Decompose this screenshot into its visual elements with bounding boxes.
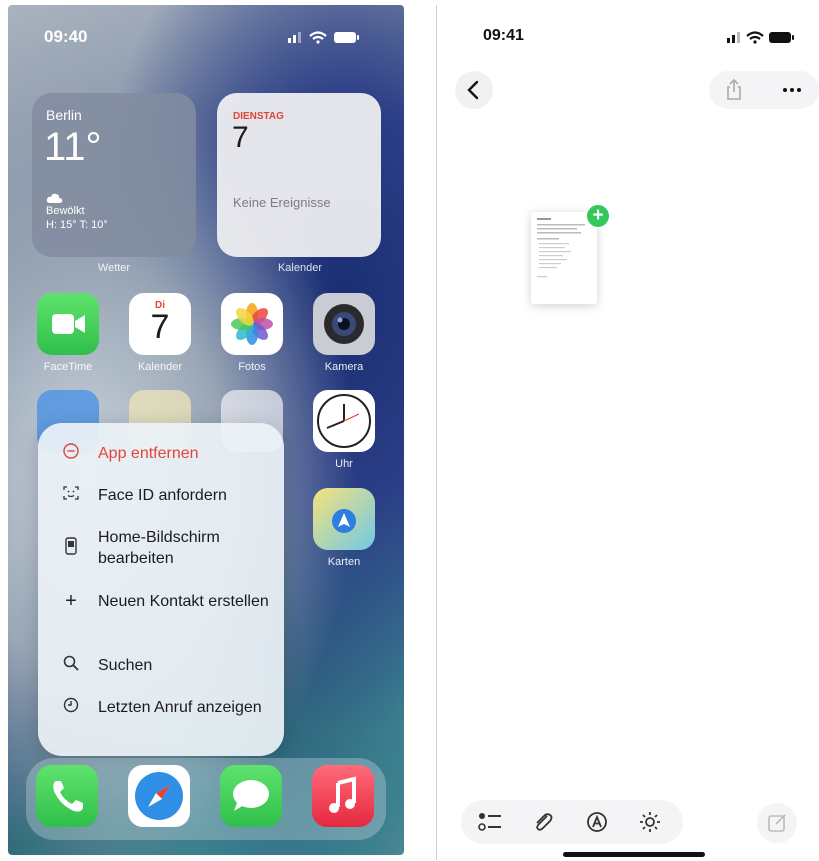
menu-item-face-id[interactable]: Face ID anfordern — [38, 485, 284, 506]
menu-item-new-contact[interactable]: + Neuen Kontakt erstellen — [38, 590, 284, 613]
messages-icon[interactable] — [220, 765, 282, 827]
document-preview-icon — [537, 218, 585, 278]
home-indicator[interactable] — [563, 852, 705, 857]
home-screen-left: 09:40 Berlin 11° Bewölkt H: 15° T: 10° W… — [8, 5, 404, 855]
calendar-day: 7 — [232, 121, 249, 154]
calendar-icon[interactable]: Di 7 — [129, 293, 191, 355]
camera-label: Kamera — [324, 361, 364, 373]
weather-city: Berlin — [46, 107, 82, 123]
minus-circle-icon — [60, 443, 82, 464]
weather-widget[interactable]: Berlin 11° Bewölkt H: 15° T: 10° — [32, 93, 196, 257]
checklist-icon — [478, 813, 501, 831]
phone-edit-icon — [60, 536, 82, 560]
document-thumbnail[interactable] — [531, 212, 597, 304]
photos-icon[interactable] — [221, 293, 283, 355]
facetime-icon[interactable] — [37, 293, 99, 355]
nav-actions — [709, 71, 819, 109]
more-icon — [783, 88, 801, 92]
clock-label: Uhr — [335, 458, 353, 470]
menu-item-remove-app[interactable]: App entfernen — [38, 443, 284, 464]
menu-item-label: Home-Bildschirm bearbeiten — [98, 529, 220, 567]
calendar-app-day: 7 — [150, 308, 170, 346]
phone-icon[interactable] — [36, 765, 98, 827]
face-id-icon — [60, 485, 82, 506]
dock — [26, 758, 386, 840]
safari-icon[interactable] — [128, 765, 190, 827]
weather-range: H: 15° T: 10° — [46, 219, 108, 231]
menu-item-last-call[interactable]: Letzten Anruf anzeigen — [38, 697, 284, 718]
share-button[interactable] — [721, 77, 747, 108]
calendar-events: Keine Ereignisse — [233, 195, 331, 210]
photos-label: Fotos — [238, 361, 266, 373]
menu-item-label: App entfernen — [98, 445, 199, 462]
maps-icon[interactable] — [313, 488, 375, 550]
weather-temperature: 11° — [44, 125, 102, 169]
menu-item-label: Suchen — [98, 657, 153, 674]
menu-item-label: Letzten Anruf anzeigen — [98, 699, 262, 716]
menu-item-label: Neuen Kontakt erstellen — [98, 593, 269, 610]
calendar-label: Kalender — [137, 361, 183, 373]
notes-screen-right: 09:41 + — [436, 5, 819, 860]
add-badge-icon: + — [585, 203, 611, 229]
markup-button[interactable] — [585, 810, 609, 839]
attachment-button[interactable] — [531, 810, 555, 839]
compose-icon — [768, 814, 786, 832]
weather-widget-label: Wetter — [97, 262, 131, 274]
gear-icon — [640, 812, 660, 832]
status-time: 09:40 — [44, 27, 88, 46]
compose-button[interactable] — [757, 803, 797, 843]
checklist-button[interactable] — [477, 810, 503, 839]
back-button[interactable] — [455, 71, 493, 109]
paperclip-icon — [536, 813, 553, 831]
status-icons — [288, 29, 378, 44]
settings-button[interactable] — [637, 810, 663, 839]
music-icon[interactable] — [312, 765, 374, 827]
more-button[interactable] — [779, 77, 805, 108]
search-icon — [60, 655, 82, 676]
calendar-widget-label: Kalender — [277, 262, 323, 274]
clock-icon[interactable] — [313, 390, 375, 452]
menu-item-label: Face ID anfordern — [98, 487, 227, 504]
menu-item-search[interactable]: Suchen — [38, 655, 284, 676]
context-menu: App entfernen Face ID anfordern Home-Bil… — [38, 423, 284, 756]
weather-condition: Bewölkt — [46, 205, 85, 217]
status-time: 09:41 — [483, 27, 524, 44]
plus-icon: + — [65, 590, 77, 612]
markup-icon — [587, 812, 607, 832]
facetime-label: FaceTime — [43, 361, 93, 373]
back-icon — [467, 80, 479, 100]
clock-icon — [60, 697, 82, 718]
share-icon — [727, 78, 741, 100]
notes-toolbar — [461, 800, 683, 844]
calendar-widget[interactable]: DIENSTAG 7 Keine Ereignisse — [217, 93, 381, 257]
status-icons — [727, 29, 807, 50]
camera-icon[interactable] — [313, 293, 375, 355]
maps-label: Karten — [327, 556, 361, 568]
menu-item-edit-home[interactable]: Home-Bildschirm bearbeiten — [38, 527, 284, 569]
